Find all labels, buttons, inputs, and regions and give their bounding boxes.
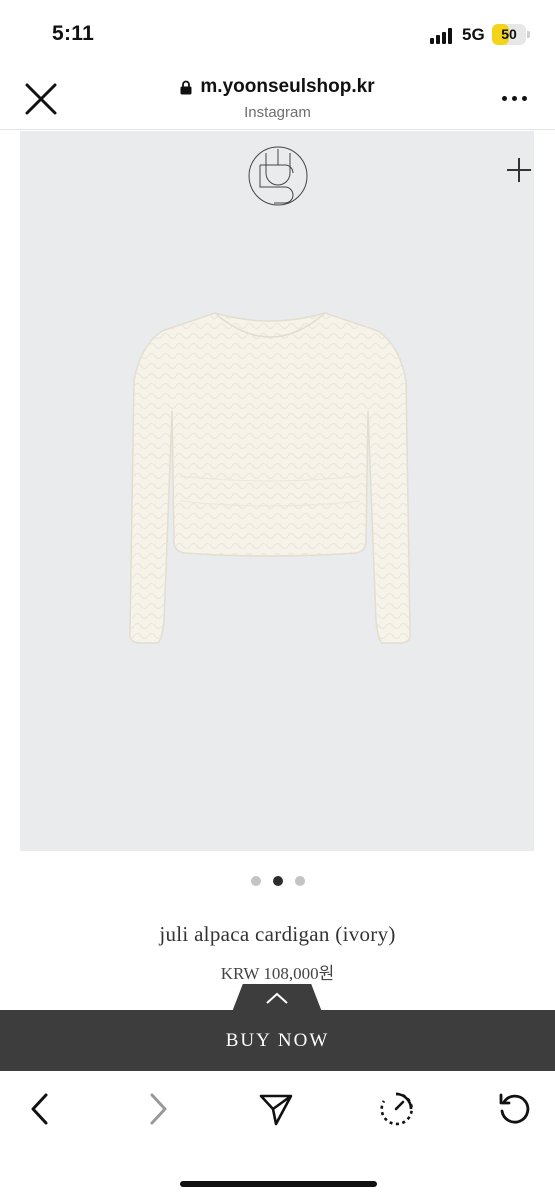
home-indicator: [180, 1181, 377, 1187]
status-time: 5:11: [52, 22, 95, 45]
close-icon[interactable]: [24, 82, 58, 116]
signal-icon: [430, 28, 456, 44]
speed-icon[interactable]: [378, 1091, 414, 1127]
forward-icon[interactable]: [140, 1091, 176, 1127]
network-label: 5G: [462, 25, 485, 44]
battery-tip: [527, 31, 530, 38]
buy-now-button[interactable]: BUY NOW: [0, 1010, 555, 1071]
product-name: juli alpaca cardigan (ivory): [159, 922, 396, 946]
url-source: Instagram: [244, 103, 311, 121]
chevron-up-icon[interactable]: [265, 990, 289, 1006]
url-text: m.yoonseulshop.kr: [200, 76, 375, 97]
battery-percent: 50: [501, 26, 517, 42]
carousel-dot[interactable]: [272, 876, 283, 886]
buy-now-label: BUY NOW: [225, 1029, 330, 1051]
product-image[interactable]: [20, 131, 534, 851]
share-icon[interactable]: [258, 1091, 294, 1127]
product-price: KRW 108,000원: [220, 964, 335, 983]
battery-icon: 50: [492, 24, 526, 45]
sweater-photo: [128, 312, 412, 644]
browser-header: m.yoonseulshop.kr Instagram: [0, 68, 555, 130]
reload-icon[interactable]: [497, 1091, 533, 1127]
carousel-dot[interactable]: [294, 876, 305, 886]
more-icon[interactable]: [502, 96, 528, 102]
back-icon[interactable]: [22, 1091, 58, 1127]
url-block[interactable]: m.yoonseulshop.kr Instagram: [100, 76, 455, 121]
plus-icon[interactable]: [506, 157, 532, 183]
lock-icon: [180, 80, 192, 94]
status-bar: 5:11 5G 50: [0, 0, 555, 68]
brand-logo: [248, 146, 308, 206]
carousel-dot[interactable]: [250, 876, 261, 886]
carousel-dots[interactable]: [0, 873, 555, 886]
